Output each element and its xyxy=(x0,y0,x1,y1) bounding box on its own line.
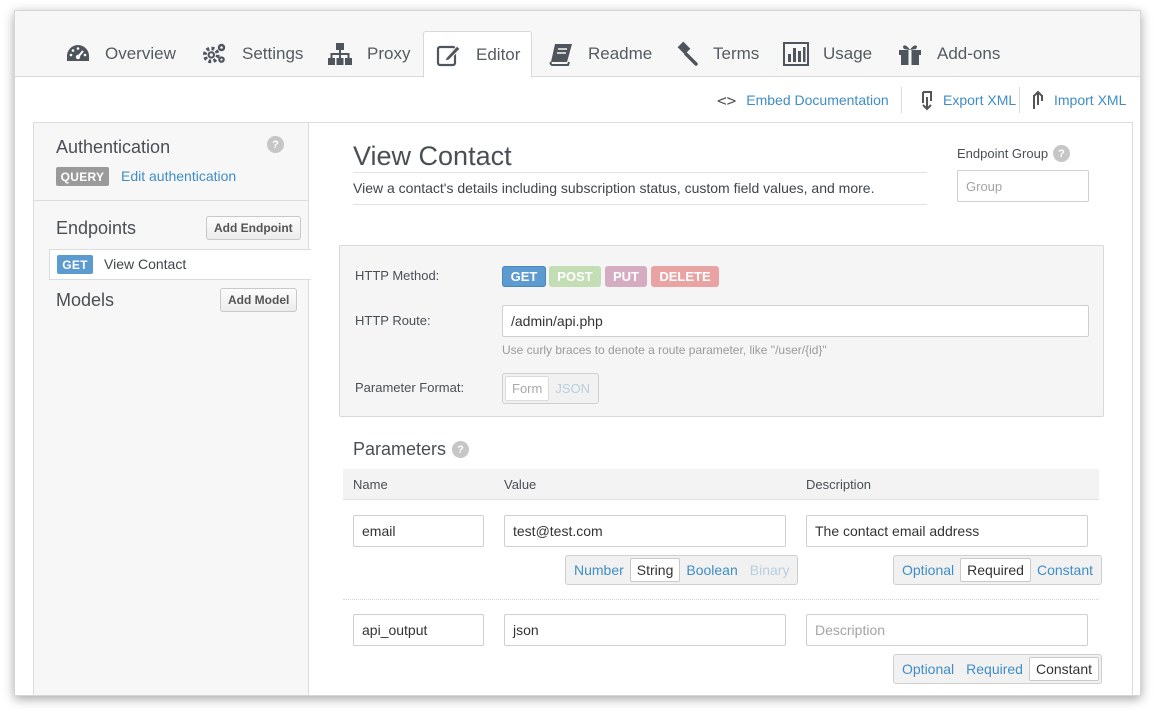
endpoint-title[interactable]: View Contact xyxy=(353,141,512,172)
param-description-input[interactable]: Description xyxy=(806,614,1088,646)
dashboard-icon xyxy=(65,41,91,67)
tab-bar: Overview Settings Proxy Editor Readme Te… xyxy=(15,11,1140,78)
row-separator xyxy=(343,599,1099,600)
export-xml-link[interactable]: Export XML xyxy=(920,87,1016,113)
import-xml-label: Import XML xyxy=(1054,92,1127,108)
endpoint-method-badge: GET xyxy=(57,255,93,274)
http-route-label: HTTP Route: xyxy=(355,313,431,328)
code-icon: <> xyxy=(717,90,737,110)
editor-panel: Authentication ? QUERY Edit authenticati… xyxy=(33,122,1133,695)
gears-icon xyxy=(202,41,228,67)
bar-chart-icon xyxy=(783,41,809,67)
column-description: Description xyxy=(806,477,872,492)
edit-icon xyxy=(436,42,462,68)
tab-readme[interactable]: Readme xyxy=(536,31,664,77)
method-put-button[interactable]: PUT xyxy=(605,266,647,287)
description-underline xyxy=(353,204,927,205)
param-name-input[interactable]: api_output xyxy=(353,614,484,646)
param-type-toggle: Number String Boolean Binary xyxy=(565,555,799,585)
embed-documentation-link[interactable]: <> Embed Documentation xyxy=(717,87,889,113)
column-name: Name xyxy=(353,477,388,492)
import-icon xyxy=(1031,89,1045,111)
authentication-heading: Authentication xyxy=(56,137,171,157)
tab-label: Settings xyxy=(242,44,304,63)
type-boolean-option[interactable]: Boolean xyxy=(680,558,743,582)
format-json-option[interactable]: JSON xyxy=(549,376,596,401)
requirement-constant-option[interactable]: Constant xyxy=(1031,558,1099,582)
toolbar-divider xyxy=(901,87,902,113)
tab-add-ons[interactable]: Add-ons xyxy=(885,31,1012,77)
tab-terms[interactable]: Terms xyxy=(661,31,771,77)
models-heading: Models xyxy=(56,290,115,310)
tab-proxy[interactable]: Proxy xyxy=(315,31,422,77)
http-route-input[interactable]: /admin/api.php xyxy=(502,305,1089,337)
parameters-help-icon[interactable]: ? xyxy=(452,441,469,458)
param-value-input[interactable]: json xyxy=(504,614,786,646)
gift-icon xyxy=(897,41,923,67)
tab-label: Overview xyxy=(105,44,176,63)
sidebar: Authentication ? QUERY Edit authenticati… xyxy=(34,123,311,695)
http-settings-box: HTTP Method: GET POST PUT DELETE HTTP Ro… xyxy=(339,245,1104,417)
tab-label: Readme xyxy=(588,44,653,63)
column-value: Value xyxy=(504,477,537,492)
param-value-input[interactable]: test@test.com xyxy=(504,515,786,547)
format-form-option[interactable]: Form xyxy=(505,376,550,401)
requirement-constant-option[interactable]: Constant xyxy=(1028,657,1100,681)
param-name-input[interactable]: email xyxy=(353,515,484,547)
parameter-format-label: Parameter Format: xyxy=(355,380,465,395)
param-requirement-toggle: Optional Required Constant xyxy=(893,555,1103,585)
requirement-optional-option[interactable]: Optional xyxy=(896,657,960,681)
title-underline xyxy=(353,172,927,173)
tab-label: Proxy xyxy=(367,44,411,63)
tab-label: Terms xyxy=(713,44,760,63)
tab-editor[interactable]: Editor xyxy=(423,31,532,78)
route-hint: Use curly braces to denote a route param… xyxy=(502,343,827,357)
toolbar-divider xyxy=(1019,87,1020,113)
endpoint-description[interactable]: View a contact's details including subsc… xyxy=(353,180,874,196)
edit-authentication-link[interactable]: Edit authentication xyxy=(121,168,236,184)
endpoint-group-label: Endpoint Group xyxy=(957,146,1049,161)
add-endpoint-button[interactable]: Add Endpoint xyxy=(206,216,301,240)
endpoint-name: View Contact xyxy=(104,256,187,272)
endpoint-group-input[interactable]: Group xyxy=(957,170,1089,202)
parameter-format-toggle: Form JSON xyxy=(502,373,600,404)
add-model-button[interactable]: Add Model xyxy=(220,288,298,312)
export-icon xyxy=(920,89,934,111)
embed-documentation-label: Embed Documentation xyxy=(746,92,889,108)
query-auth-badge: QUERY xyxy=(56,167,109,186)
tab-overview[interactable]: Overview xyxy=(53,31,188,77)
endpoints-heading: Endpoints xyxy=(56,218,137,238)
authentication-help-icon[interactable]: ? xyxy=(267,136,284,153)
requirement-optional-option[interactable]: Optional xyxy=(896,558,960,582)
gavel-icon xyxy=(673,41,699,67)
param-requirement-toggle: Optional Required Constant xyxy=(893,654,1103,684)
sidebar-item-view-contact[interactable]: GET View Contact xyxy=(49,249,311,280)
app-window: Overview Settings Proxy Editor Readme Te… xyxy=(14,10,1141,696)
requirement-required-option[interactable]: Required xyxy=(960,558,1031,582)
tab-label: Editor xyxy=(476,44,521,64)
import-xml-link[interactable]: Import XML xyxy=(1031,87,1126,113)
parameters-table-header: Name Value Description xyxy=(343,469,1099,500)
type-binary-option[interactable]: Binary xyxy=(744,558,796,582)
endpoint-group-help-icon[interactable]: ? xyxy=(1053,145,1070,162)
sidebar-divider xyxy=(34,200,309,201)
method-delete-button[interactable]: DELETE xyxy=(651,266,719,287)
parameters-heading: Parameters xyxy=(353,439,447,459)
tab-label: Add-ons xyxy=(937,44,1001,63)
tab-label: Usage xyxy=(823,44,873,63)
method-get-button[interactable]: GET xyxy=(502,266,546,287)
param-description-input[interactable]: The contact email address xyxy=(806,515,1088,547)
requirement-required-option[interactable]: Required xyxy=(960,657,1029,681)
tab-usage[interactable]: Usage xyxy=(771,31,884,77)
book-icon xyxy=(548,41,574,67)
method-post-button[interactable]: POST xyxy=(549,266,601,287)
type-number-option[interactable]: Number xyxy=(568,558,630,582)
export-xml-label: Export XML xyxy=(943,92,1017,108)
type-string-option[interactable]: String xyxy=(629,558,681,582)
tab-settings[interactable]: Settings xyxy=(190,31,315,77)
http-method-label: HTTP Method: xyxy=(355,268,440,283)
sitemap-icon xyxy=(327,41,353,67)
